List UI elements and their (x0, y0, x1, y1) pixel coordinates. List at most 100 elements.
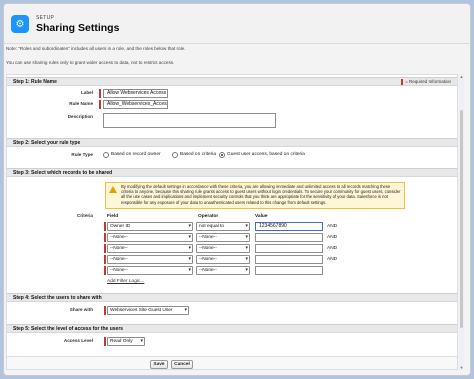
criteria-field-select[interactable]: --None-- ▾ (107, 233, 193, 242)
required-marker (104, 233, 106, 242)
chevron-down-icon: ▾ (245, 267, 248, 273)
step1-heading: Step 1: Rule Name (13, 79, 57, 85)
share-with-select[interactable]: Webservices Site Guest User ▾ (107, 306, 189, 315)
radio-label: Guest user access, based on criteria (227, 152, 305, 157)
setup-gear-icon: ⚙ (11, 15, 29, 33)
col-operator: Operator (198, 214, 219, 219)
step1-header: Step 1: Rule Name = Required Information (7, 77, 457, 86)
chevron-down-icon: ▾ (245, 223, 248, 229)
chevron-down-icon: ▾ (184, 307, 187, 313)
criteria-value-input[interactable] (255, 233, 323, 242)
criteria-label: Criteria (76, 213, 93, 218)
select-value: Webservices Site Guest User (110, 308, 173, 313)
form-footer (7, 356, 457, 369)
cancel-button[interactable]: Cancel (171, 360, 193, 369)
col-field: Field (107, 214, 119, 219)
chevron-down-icon: ▾ (188, 267, 191, 273)
chevron-down-icon: ▾ (245, 245, 248, 251)
criteria-value-input[interactable] (255, 255, 323, 264)
step2-header: Step 2: Select your rule type (7, 138, 457, 147)
criteria-field-select[interactable]: --None-- ▾ (107, 266, 193, 275)
radio-circle[interactable] (172, 152, 178, 158)
radio-record-owner[interactable]: Based on record owner (103, 151, 161, 159)
radio-label: Based on criteria (180, 152, 216, 157)
step5-header: Step 5: Select the level of access for t… (7, 324, 457, 333)
description-input[interactable] (103, 113, 276, 128)
step3-heading: Step 3: Select which records to be share… (13, 170, 113, 176)
sharing-rule-form: Step 1: Rule Name = Required Information… (6, 74, 458, 370)
radio-guest-user[interactable]: Guest user access, based on criteria (219, 151, 305, 159)
required-marker (104, 255, 106, 264)
step3-header: Step 3: Select which records to be share… (7, 168, 457, 177)
required-marker (99, 89, 101, 98)
radio-circle-selected[interactable] (219, 152, 225, 158)
label-label: Label (81, 90, 93, 95)
conjunction: AND (327, 246, 338, 251)
add-filter-logic-link[interactable]: Add Filter Logic... (107, 278, 144, 286)
conjunction: AND (327, 224, 338, 229)
step2-heading: Step 2: Select your rule type (13, 140, 81, 146)
radio-circle[interactable] (103, 152, 109, 158)
col-value: Value (255, 214, 268, 219)
required-marker (104, 306, 106, 315)
conjunction: AND (327, 235, 338, 240)
scroll-down-icon[interactable]: ▼ (459, 365, 464, 370)
chevron-down-icon: ▾ (188, 234, 191, 240)
label-input[interactable]: Allow Webservices Access (103, 89, 168, 98)
chevron-down-icon: ▾ (245, 256, 248, 262)
required-marker (104, 222, 106, 231)
scroll-up-icon[interactable]: ▲ (459, 74, 464, 79)
required-info-text: = Required Information (405, 79, 451, 84)
criteria-field-select[interactable]: --None-- ▾ (107, 244, 193, 253)
step4-heading: Step 4: Select the users to share with (13, 295, 102, 301)
criteria-value-input[interactable]: 1234567890 (255, 222, 323, 231)
scrollbar-thumb[interactable] (460, 110, 463, 328)
criteria-value-input[interactable] (255, 244, 323, 253)
access-level-label: Access Level (63, 338, 93, 343)
criteria-value-input[interactable] (255, 266, 323, 275)
select-value: --None-- (110, 235, 128, 240)
rule-name-input[interactable]: Allow_Webservices_Access (103, 100, 168, 109)
criteria-operator-select[interactable]: --None-- ▾ (196, 266, 250, 275)
share-with-label: Share with (69, 307, 93, 312)
setup-label: SETUP (36, 15, 55, 21)
criteria-operator-select[interactable]: --None-- ▾ (196, 255, 250, 264)
rule-type-label: Rule Type (71, 152, 93, 157)
note-roles: Note: "Roles and subordinates" includes … (6, 46, 186, 51)
criteria-field-select[interactable]: Owner ID ▾ (107, 222, 193, 231)
warning-text: By modifying the default settings in acc… (121, 184, 401, 205)
criteria-operator-select[interactable]: --None-- ▾ (196, 244, 250, 253)
vertical-scrollbar[interactable]: ▲ ▼ (459, 74, 464, 370)
chevron-down-icon: ▾ (188, 256, 191, 262)
select-value: --None-- (199, 246, 217, 251)
select-value: --None-- (110, 257, 128, 262)
page-title: Sharing Settings (36, 22, 120, 34)
required-marker (104, 244, 106, 253)
note-sharing: You can use sharing rules only to grant … (6, 60, 175, 65)
conjunction: AND (327, 257, 338, 262)
save-button[interactable]: Save (150, 360, 168, 369)
criteria-operator-select[interactable]: not equal to ▾ (196, 222, 250, 231)
select-value: not equal to (199, 224, 225, 229)
required-marker (104, 337, 106, 346)
select-value: --None-- (199, 268, 217, 273)
chevron-down-icon: ▾ (188, 245, 191, 251)
step4-header: Step 4: Select the users to share with (7, 293, 457, 302)
step5-heading: Step 5: Select the level of access for t… (13, 326, 124, 332)
select-value: Owner ID (110, 224, 131, 229)
select-value: --None-- (199, 235, 217, 240)
access-level-select[interactable]: Read Only ▾ (107, 337, 145, 346)
rule-name-label: Rule Name (69, 101, 93, 106)
radio-label: Based on record owner (111, 152, 161, 157)
select-value: --None-- (199, 257, 217, 262)
chevron-down-icon: ▾ (245, 234, 248, 240)
notes: Note: "Roles and subordinates" includes … (6, 44, 458, 67)
select-value: Read Only (110, 339, 133, 344)
criteria-field-select[interactable]: --None-- ▾ (107, 255, 193, 264)
description-label: Description (67, 114, 93, 119)
chevron-down-icon: ▾ (188, 223, 191, 229)
criteria-operator-select[interactable]: --None-- ▾ (196, 233, 250, 242)
required-marker (99, 100, 101, 109)
select-value: --None-- (110, 246, 128, 251)
radio-criteria[interactable]: Based on criteria (172, 151, 216, 159)
